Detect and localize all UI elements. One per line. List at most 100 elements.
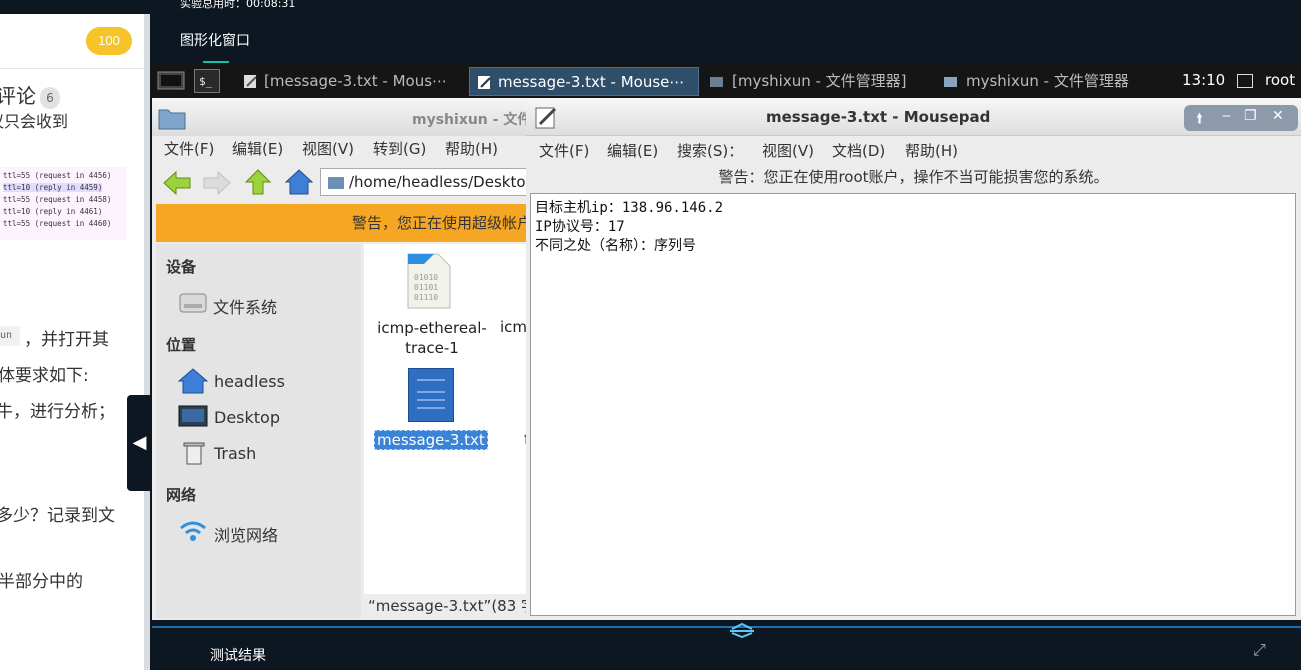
left-panel-scrollbar[interactable]	[144, 14, 150, 670]
folder-icon	[158, 109, 186, 130]
svg-text:01110: 01110	[414, 293, 438, 302]
terminal-icon: $_	[199, 75, 213, 88]
forward-arrow-icon[interactable]	[202, 170, 232, 196]
menu-edit[interactable]: 编辑(E)	[607, 140, 658, 161]
taskbar-item[interactable]: myshixun - 文件管理器	[936, 67, 1166, 96]
terminal-launcher[interactable]: $_	[194, 69, 220, 93]
inline-code: un	[0, 326, 20, 346]
taskbar-item-label: message-3.txt - Mouse⋯	[498, 73, 685, 91]
menu-search[interactable]: 搜索(S)：	[677, 140, 743, 161]
up-arrow-icon[interactable]	[244, 168, 272, 196]
path-input[interactable]: /home/headless/Desktop	[320, 168, 532, 196]
taskbar-item-active[interactable]: message-3.txt - Mouse⋯	[469, 67, 699, 96]
description-text: 体要求如下:	[0, 366, 89, 386]
file-view: 01010 01101 01110 icmp-ethereal- trace-1 i…	[364, 244, 532, 594]
panel-clock[interactable]: 13:10	[1182, 71, 1225, 89]
svg-text:01010: 01010	[414, 273, 438, 282]
mousepad-title: message-3.txt - Mousepad	[766, 108, 991, 126]
task-description-panel: 100 评论6 议只会收到 ttl=55 (request in 4456) t…	[0, 0, 150, 670]
file-manager-title: myshixun - 文件管理器	[412, 112, 532, 128]
menu-help[interactable]: 帮助(H)	[905, 140, 958, 161]
file-name-line: trace-1	[405, 339, 459, 357]
menu-edit[interactable]: 编辑(E)	[232, 138, 283, 159]
sidebar-header-network: 网络	[166, 486, 197, 504]
description-text: ，并打开其	[24, 330, 109, 350]
close-window-icon[interactable]: ✕	[1272, 108, 1284, 124]
file-manager-titlebar[interactable]: myshixun - 文件管理器	[152, 98, 532, 136]
file-manager-sidebar: 设备 文件系统 位置 headless Desktop Trash 网络 浏览网…	[156, 244, 361, 618]
active-tab-indicator	[203, 61, 229, 63]
sidebar-item-trash[interactable]: Trash	[214, 444, 256, 463]
code-line: ttl=55 (request in 4458)	[3, 195, 112, 204]
maximize-window-icon[interactable]: ❐	[1244, 108, 1257, 124]
panel-user[interactable]: root	[1265, 71, 1295, 89]
folder-icon	[328, 177, 344, 189]
text-editor-icon	[244, 75, 257, 88]
collapse-left-icon: ◀	[132, 432, 147, 453]
test-results-tab[interactable]: 测试结果	[210, 645, 266, 665]
sidebar-item-desktop[interactable]: Desktop	[214, 408, 280, 427]
shade-window-icon[interactable]: 🠙	[1196, 108, 1203, 132]
code-line: ttl=55 (request in 4456)	[3, 171, 112, 180]
text-editor-icon	[478, 76, 491, 89]
menu-document[interactable]: 文档(D)	[832, 140, 885, 161]
sidebar-item-headless[interactable]: headless	[214, 372, 285, 391]
back-arrow-icon[interactable]	[162, 170, 192, 196]
menu-view[interactable]: 视图(V)	[302, 138, 354, 159]
file-name-partial[interactable]: icm	[500, 318, 527, 336]
folder-icon	[710, 77, 723, 87]
taskbar-item-label: myshixun - 文件管理器	[966, 72, 1129, 90]
text-editor-area[interactable]: 目标主机ip：138.96.146.2 IP协议号：17 不同之处（名称）：序列…	[530, 193, 1296, 616]
taskbar-item[interactable]: [message-3.txt - Mous⋯	[236, 67, 464, 96]
file-item-icmp-trace[interactable]: 01010 01101 01110	[404, 252, 454, 312]
network-wifi-icon	[180, 521, 206, 541]
minimize-window-icon[interactable]: ‒	[1222, 108, 1231, 124]
code-line: ttl=55 (request in 4460)	[3, 219, 112, 228]
menu-go[interactable]: 转到(G)	[373, 138, 426, 159]
description-text: 牛，进行分析；	[0, 402, 115, 422]
editor-line: IP协议号：17	[535, 219, 625, 235]
resize-handle-icon[interactable]	[724, 622, 760, 638]
divider	[0, 68, 150, 69]
desktop-icon	[178, 405, 208, 427]
svg-text:01101: 01101	[414, 283, 438, 292]
editor-line: 目标主机ip：138.96.146.2	[535, 200, 724, 216]
sidebar-item-filesystem[interactable]: 文件系统	[213, 294, 277, 318]
tab-graphic-window[interactable]: 图形化窗口	[180, 30, 250, 50]
text-file-icon[interactable]	[408, 368, 454, 422]
code-line: ttl=10 (reply in 4461)	[3, 207, 103, 216]
menu-help[interactable]: 帮助(H)	[445, 138, 498, 159]
menu-file[interactable]: 文件(F)	[164, 138, 214, 159]
description-text: 半部分中的	[0, 572, 83, 592]
description-text: 多少？记录到文	[0, 506, 115, 526]
navigation-toolbar: /home/headless/Desktop	[152, 164, 532, 202]
superuser-warning: 警告，您正在使用超级帐户	[156, 204, 532, 242]
description-text: 议只会收到	[0, 112, 69, 130]
keyboard-layout-icon[interactable]	[1237, 74, 1253, 88]
mousepad-titlebar[interactable]: message-3.txt - Mousepad 🠙 ‒ ❐ ✕	[526, 98, 1301, 136]
path-text: /home/headless/Desktop	[349, 173, 532, 191]
collapse-panel-button[interactable]: ◀	[127, 395, 152, 491]
trash-icon	[183, 442, 205, 465]
comments-header[interactable]: 评论 6	[0, 80, 60, 109]
drive-icon	[179, 293, 207, 313]
code-line: ttl=10 (reply in 4459)	[3, 183, 103, 192]
home-icon[interactable]	[284, 168, 314, 196]
file-name-message-3-selected[interactable]: message-3.txt	[374, 430, 488, 450]
file-name-line: icmp-ethereal-	[377, 319, 487, 337]
menu-file[interactable]: 文件(F)	[539, 140, 589, 161]
file-name-icmp-trace[interactable]: icmp-ethereal- trace-1	[372, 318, 492, 358]
show-desktop-button[interactable]	[156, 67, 186, 95]
sidebar-header-devices: 设备	[166, 258, 197, 276]
text-editor-icon	[535, 107, 557, 129]
sidebar-item-browse-network[interactable]: 浏览网络	[214, 522, 278, 546]
sidebar-header-places: 位置	[166, 336, 197, 354]
folder-icon	[944, 77, 957, 87]
taskbar-item[interactable]: [myshixun - 文件管理器]	[702, 67, 932, 96]
expand-icon[interactable]: ⤢	[1253, 640, 1266, 660]
experiment-timer-bar: 实验总用时：00:08:31	[150, 0, 1301, 14]
home-folder-icon	[178, 368, 208, 394]
file-manager-window: myshixun - 文件管理器 文件(F) 编辑(E) 视图(V) 转到(G)…	[152, 98, 532, 620]
monitor-icon	[157, 71, 185, 90]
menu-view[interactable]: 视图(V)	[762, 140, 814, 161]
